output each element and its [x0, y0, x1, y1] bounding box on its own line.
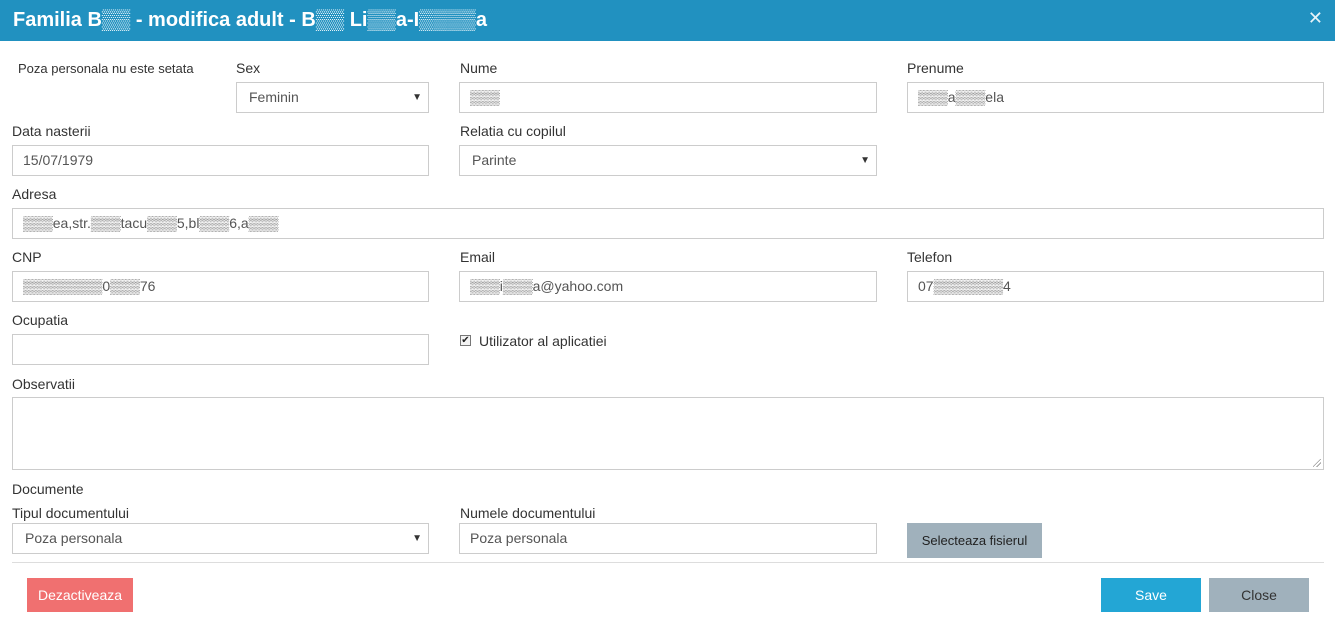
nume-document-input[interactable]: Poza personala	[459, 523, 877, 554]
observatii-textarea[interactable]	[12, 397, 1324, 470]
ocupatia-label: Ocupatia	[12, 312, 69, 328]
data-nasterii-label: Data nasterii	[12, 123, 91, 139]
adresa-label: Adresa	[12, 186, 57, 202]
tip-document-value: Poza personala	[25, 530, 123, 546]
photo-status-text: Poza personala nu este setata	[18, 61, 194, 76]
telefon-input[interactable]: 07▒▒▒▒▒▒▒4	[907, 271, 1324, 302]
prenume-label: Prenume	[907, 60, 964, 76]
relatia-value: Parinte	[472, 152, 517, 168]
nume-label: Nume	[460, 60, 498, 76]
chevron-down-icon: ▼	[860, 155, 870, 166]
relatia-select[interactable]: Parinte ▼	[459, 145, 877, 176]
select-file-button[interactable]: Selecteaza fisierul	[907, 523, 1042, 558]
nume-input[interactable]: ▒▒▒	[459, 82, 877, 113]
telefon-label: Telefon	[907, 249, 953, 265]
observatii-label: Observatii	[12, 376, 76, 392]
close-button[interactable]: Close	[1209, 578, 1309, 612]
footer-divider	[12, 562, 1324, 563]
relatia-label: Relatia cu copilul	[460, 123, 566, 139]
dialog-title: Familia B▒▒ - modifica adult - B▒▒ Li▒▒a…	[13, 9, 487, 31]
chevron-down-icon: ▼	[412, 92, 422, 103]
ocupatia-input[interactable]	[12, 334, 429, 365]
email-label: Email	[460, 249, 496, 265]
chevron-down-icon: ▼	[412, 533, 422, 544]
cnp-input[interactable]: ▒▒▒▒▒▒▒▒0▒▒▒76	[12, 271, 429, 302]
dialog-header: Familia B▒▒ - modifica adult - B▒▒ Li▒▒a…	[0, 0, 1335, 41]
deactivate-button[interactable]: Dezactiveaza	[27, 578, 133, 612]
documente-heading: Documente	[12, 481, 84, 497]
prenume-input[interactable]: ▒▒▒a▒▒▒ela	[907, 82, 1324, 113]
tip-document-label: Tipul documentului	[12, 505, 129, 521]
close-icon[interactable]: ✕	[1308, 8, 1323, 28]
sex-select[interactable]: Feminin ▼	[236, 82, 429, 113]
utilizator-label: Utilizator al aplicatiei	[479, 333, 607, 349]
resize-grip-icon[interactable]	[1313, 459, 1321, 467]
tip-document-select[interactable]: Poza personala ▼	[12, 523, 429, 554]
nume-document-label: Numele documentului	[460, 505, 596, 521]
adresa-input[interactable]: ▒▒▒ea,str.▒▒▒tacu▒▒▒5,bl▒▒▒6,a▒▒▒	[12, 208, 1324, 239]
sex-label: Sex	[236, 60, 261, 76]
utilizator-checkbox[interactable]: ✔	[460, 335, 471, 346]
email-input[interactable]: ▒▒▒i▒▒▒a@yahoo.com	[459, 271, 877, 302]
cnp-label: CNP	[12, 249, 42, 265]
sex-value: Feminin	[249, 89, 299, 105]
data-nasterii-input[interactable]: 15/07/1979	[12, 145, 429, 176]
save-button[interactable]: Save	[1101, 578, 1201, 612]
